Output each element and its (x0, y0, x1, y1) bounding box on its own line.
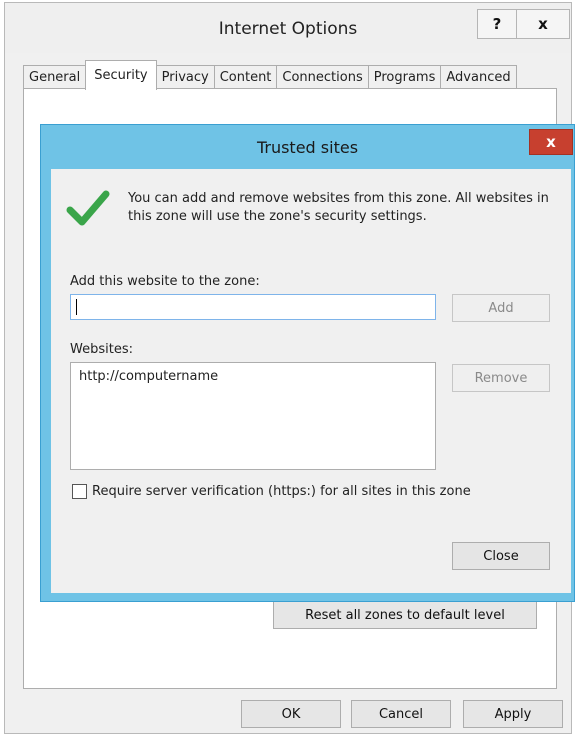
tab-connections[interactable]: Connections (276, 65, 369, 89)
apply-button[interactable]: Apply (463, 700, 563, 728)
dialog-content: You can add and remove websites from thi… (40, 124, 575, 602)
tab-strip: General Security Privacy Content Connect… (23, 60, 517, 90)
tab-security[interactable]: Security (85, 60, 157, 90)
checkmark-icon (66, 190, 110, 226)
websites-list[interactable]: http://computername (70, 362, 436, 470)
reset-all-zones-button[interactable]: Reset all zones to default level (273, 601, 537, 629)
cancel-button[interactable]: Cancel (351, 700, 451, 728)
require-https-row[interactable]: Require server verification (https:) for… (72, 484, 471, 499)
tab-content[interactable]: Content (213, 65, 278, 89)
tab-programs[interactable]: Programs (367, 65, 442, 89)
title-bar: Internet Options ? x (5, 3, 571, 53)
zone-info-text: You can add and remove websites from thi… (128, 191, 549, 224)
add-button[interactable]: Add (452, 294, 550, 322)
list-item[interactable]: http://computername (79, 369, 427, 384)
website-input[interactable] (70, 294, 436, 320)
tab-general[interactable]: General (23, 65, 87, 89)
require-https-checkbox[interactable] (72, 484, 87, 499)
websites-label: Websites: (70, 342, 133, 357)
tab-privacy[interactable]: Privacy (155, 65, 215, 89)
tab-advanced[interactable]: Advanced (440, 65, 517, 89)
help-button[interactable]: ? (477, 9, 517, 39)
remove-button[interactable]: Remove (452, 364, 550, 392)
close-button[interactable]: Close (452, 542, 550, 570)
window-close-button[interactable]: x (516, 9, 570, 39)
text-caret (76, 299, 77, 315)
add-website-label: Add this website to the zone: (70, 274, 260, 289)
ok-button[interactable]: OK (241, 700, 341, 728)
require-https-label: Require server verification (https:) for… (92, 484, 471, 499)
